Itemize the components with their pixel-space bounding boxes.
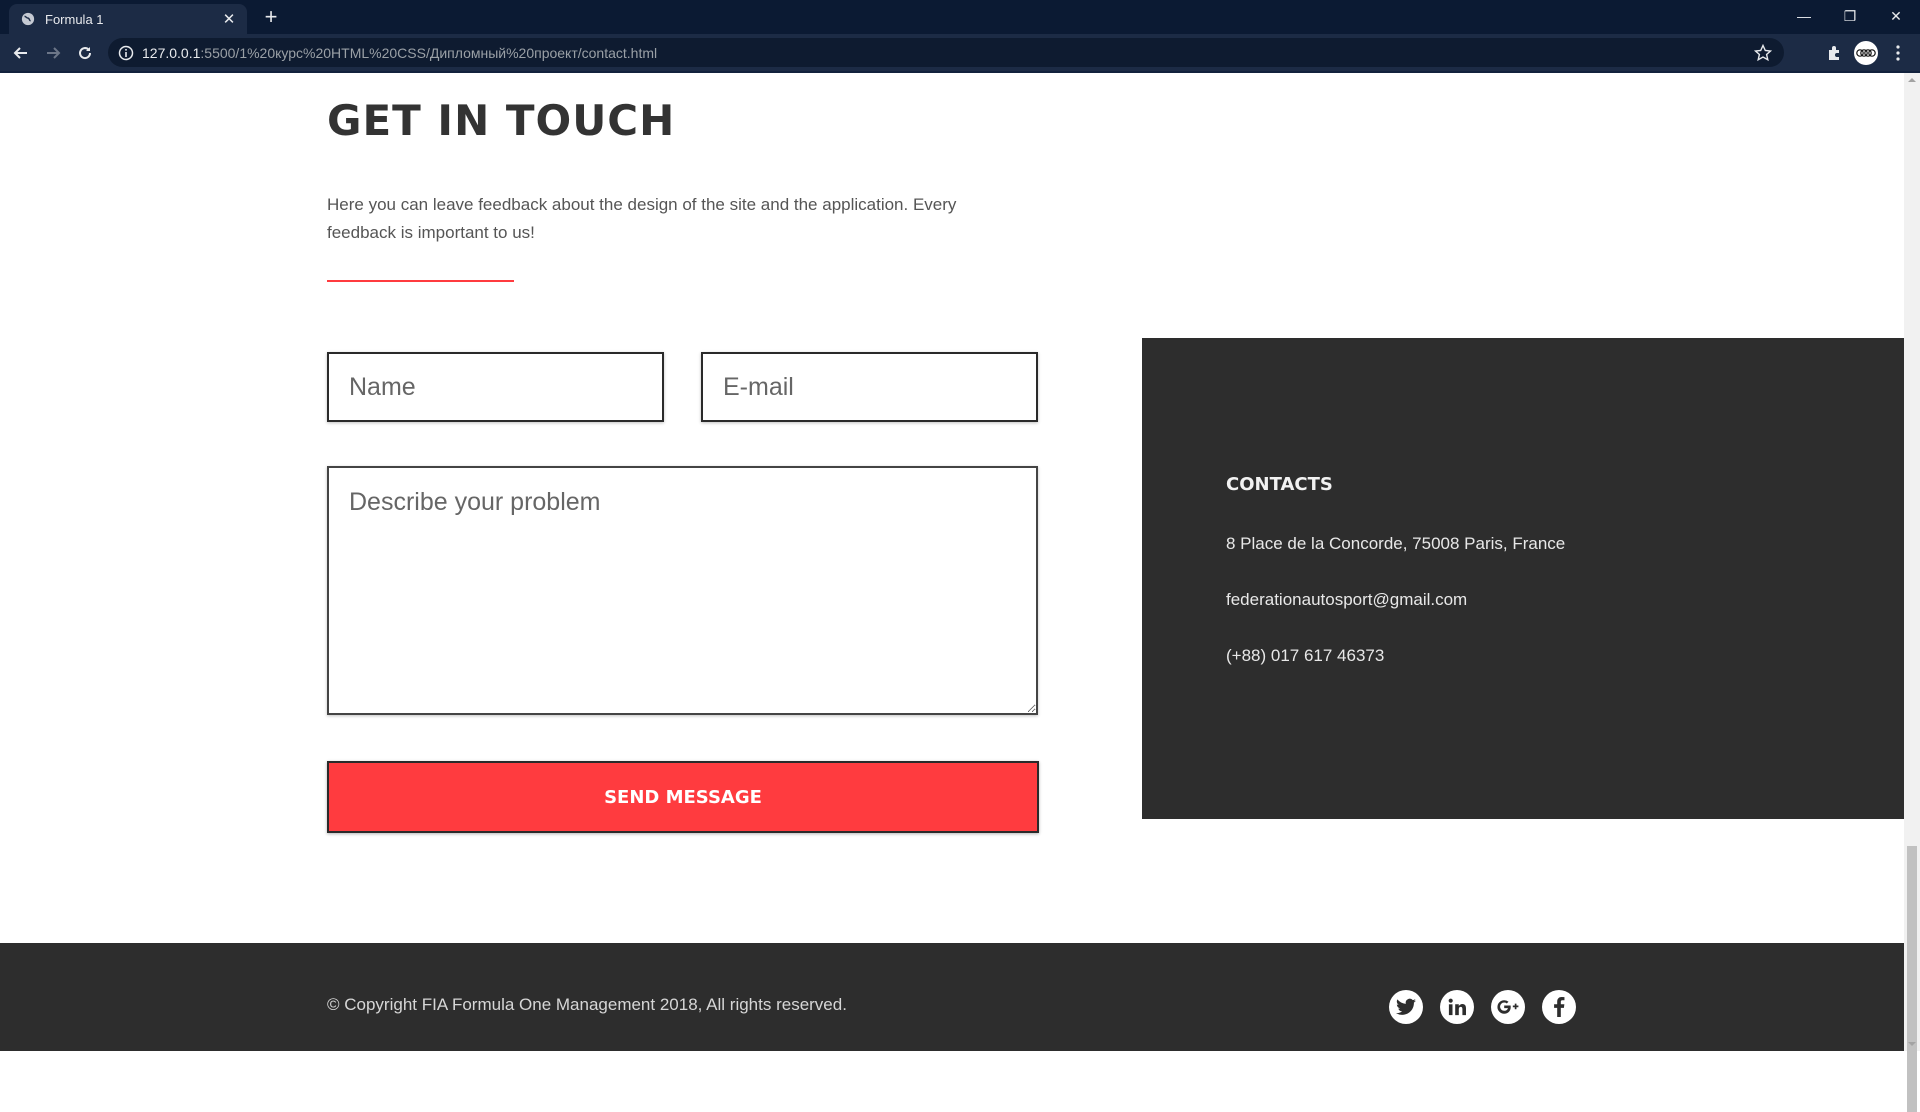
site-info-icon[interactable]	[118, 45, 134, 61]
window-close-button[interactable]: ✕	[1873, 0, 1919, 32]
contact-address: 8 Place de la Concorde, 75008 Paris, Fra…	[1226, 534, 1566, 553]
url-host: 127.0.0.1	[142, 44, 201, 61]
tab-close-icon[interactable]: ✕	[221, 10, 237, 28]
address-bar[interactable]: 127.0.0.1:5500/1%20курс%20HTML%20CSS/Дип…	[108, 38, 1784, 67]
intro-text: Here you can leave feedback about the de…	[327, 195, 957, 242]
email-input[interactable]	[701, 352, 1038, 422]
contacts-panel: CONTACTS 8 Place de la Concorde, 75008 P…	[1142, 338, 1904, 819]
scroll-down-arrow-icon[interactable]	[1908, 1040, 1916, 1048]
url-text: 127.0.0.1:5500/1%20курс%20HTML%20CSS/Дип…	[142, 45, 657, 61]
contact-email: federationautosport@gmail.com	[1226, 590, 1468, 609]
browser-tab[interactable]: Formula 1 ✕	[9, 4, 247, 34]
menu-kebab-icon[interactable]	[1887, 42, 1909, 64]
copyright-text: © Copyright FIA Formula One Management 2…	[327, 995, 847, 1014]
forward-icon[interactable]	[42, 42, 64, 64]
minimize-button[interactable]: —	[1781, 0, 1827, 32]
problem-textarea[interactable]	[327, 466, 1038, 715]
globe-icon	[21, 12, 35, 26]
tab-title: Formula 1	[45, 11, 104, 27]
new-tab-button[interactable]: +	[260, 6, 282, 28]
name-input[interactable]	[327, 352, 664, 422]
browser-tab-bar: Formula 1 ✕ + — ❐ ✕	[0, 0, 1920, 34]
extensions-icon[interactable]	[1823, 42, 1845, 64]
page-viewport: GET IN TOUCH Here you can leave feedback…	[0, 73, 1904, 1051]
accent-divider	[327, 280, 514, 282]
google-plus-icon[interactable]	[1491, 990, 1525, 1024]
contacts-title: CONTACTS	[1226, 474, 1333, 495]
profile-avatar[interactable]	[1854, 41, 1878, 65]
contact-phone: (+88) 017 617 46373	[1226, 646, 1385, 665]
page-title: GET IN TOUCH	[327, 96, 676, 145]
scroll-up-arrow-icon[interactable]	[1908, 76, 1916, 84]
twitter-icon[interactable]	[1389, 990, 1423, 1024]
send-message-button[interactable]: SEND MESSAGE	[327, 761, 1039, 833]
linkedin-icon[interactable]	[1440, 990, 1474, 1024]
page-scrollbar[interactable]	[1904, 73, 1920, 1112]
restore-button[interactable]: ❐	[1827, 0, 1873, 32]
bookmark-star-icon[interactable]	[1754, 44, 1772, 62]
reload-icon[interactable]	[74, 42, 96, 64]
back-icon[interactable]	[10, 42, 32, 64]
scrollbar-thumb[interactable]	[1907, 846, 1917, 1112]
facebook-icon[interactable]	[1542, 990, 1576, 1024]
browser-toolbar: 127.0.0.1:5500/1%20курс%20HTML%20CSS/Дип…	[0, 34, 1920, 73]
url-path: :5500/1%20курс%20HTML%20CSS/Дипломный%20…	[200, 44, 658, 61]
page-footer: © Copyright FIA Formula One Management 2…	[0, 943, 1904, 1051]
